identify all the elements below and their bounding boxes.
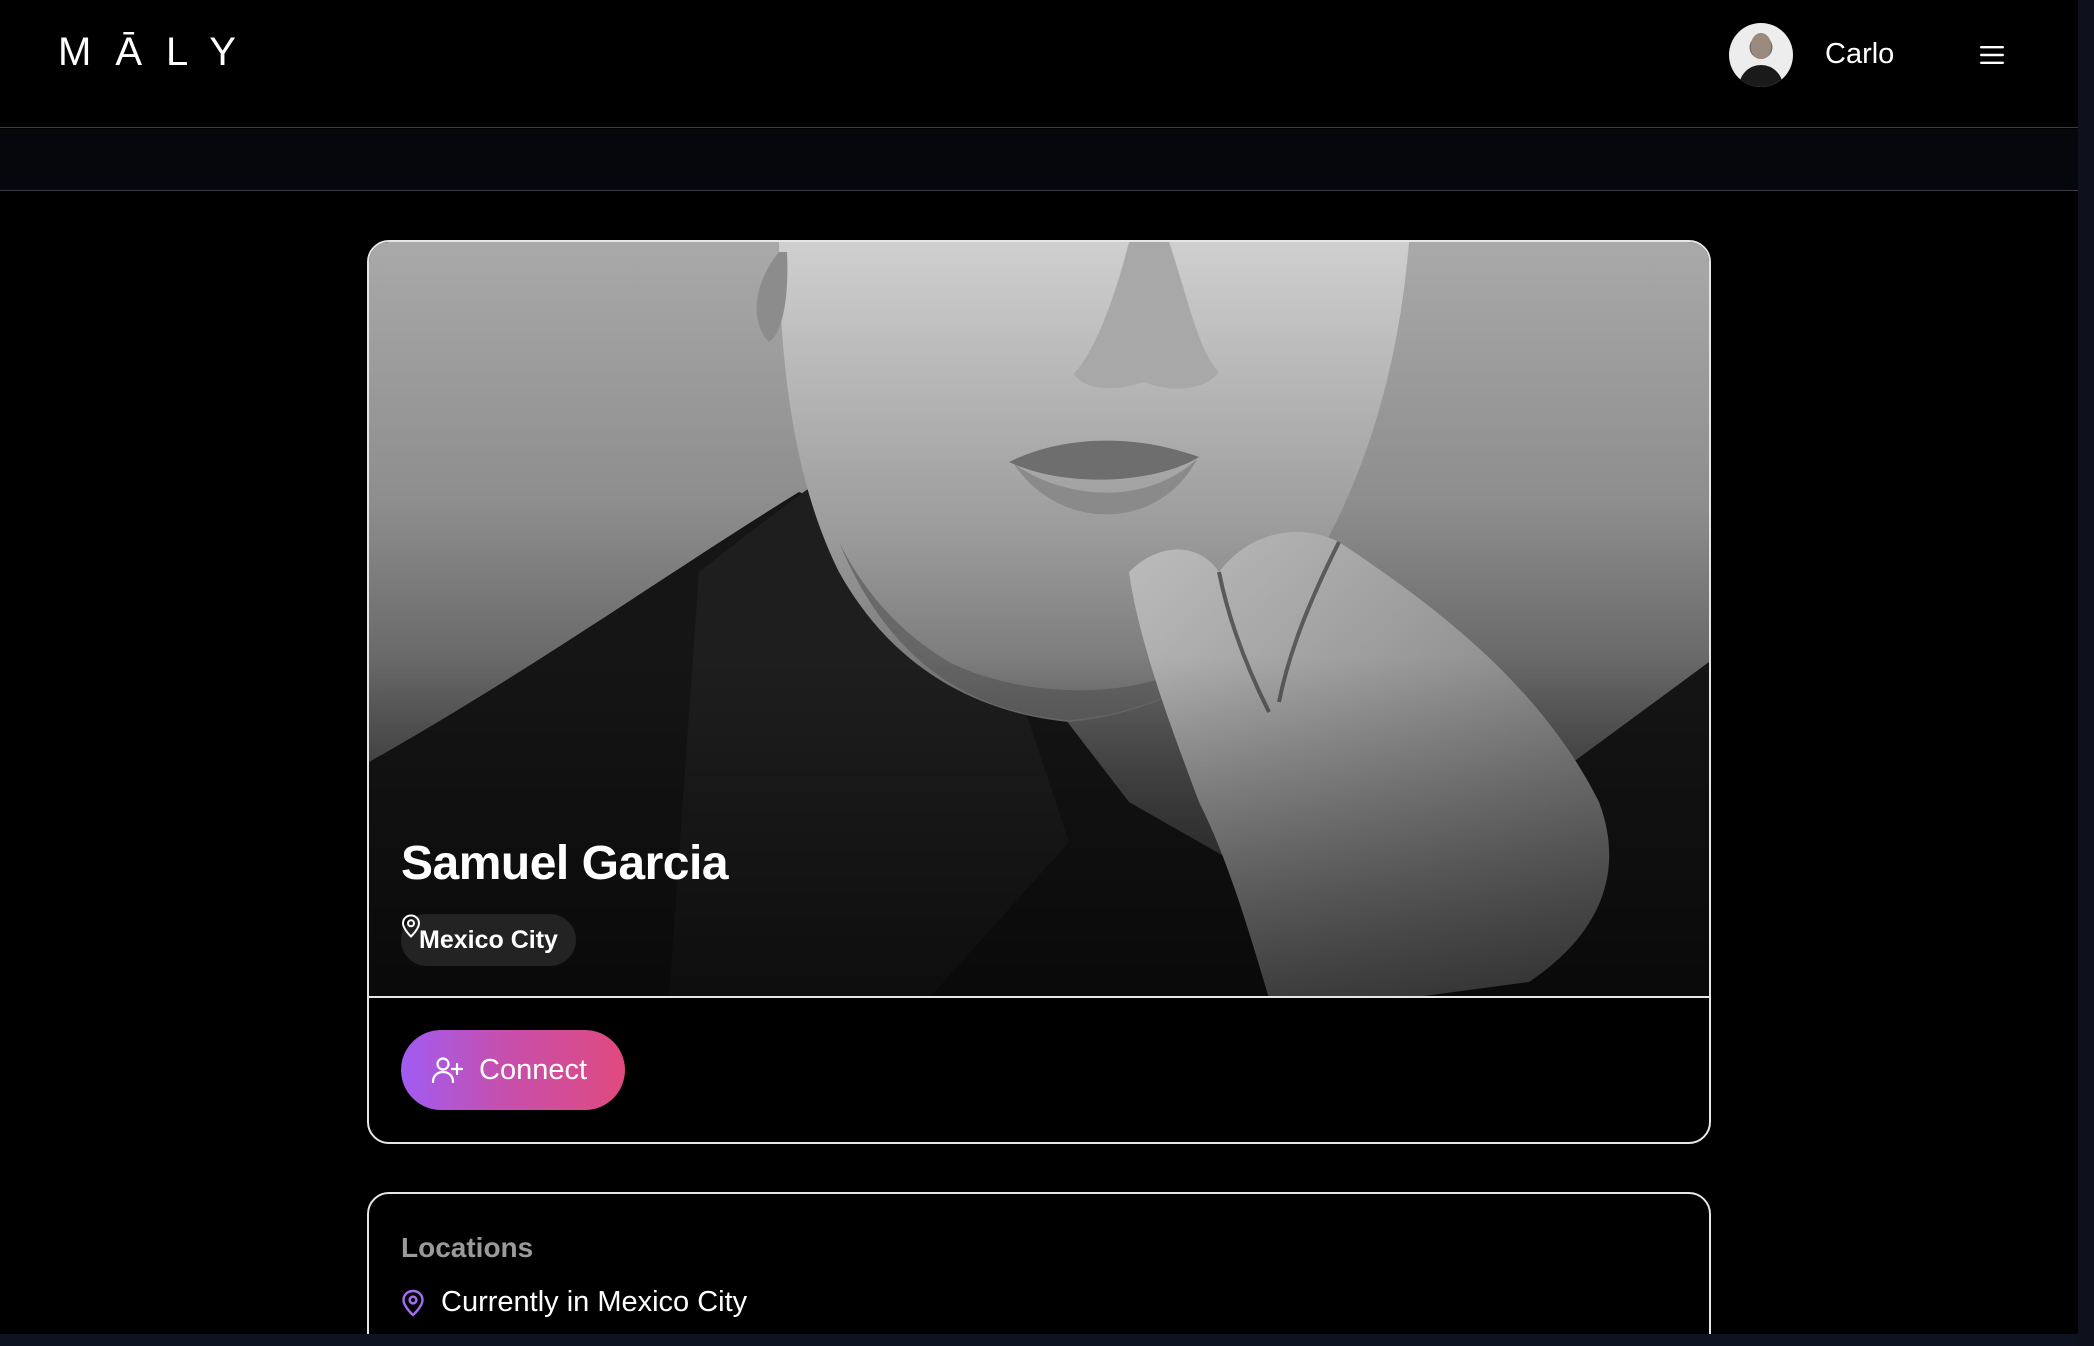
avatar-head-shape (1751, 33, 1771, 59)
profile-hero-photo: Samuel Garcia Mexico City (369, 242, 1709, 998)
profile-card: Samuel Garcia Mexico City Connect (367, 240, 1711, 1144)
profile-name: Samuel Garcia (401, 837, 729, 890)
current-location-label: Currently in Mexico City (441, 1286, 748, 1318)
hamburger-menu-icon (1980, 46, 2004, 64)
avatar-shoulders-shape (1739, 65, 1783, 87)
app-viewport: MĀLY Carlo Samuel Garcia Mexico City Con… (0, 0, 2078, 1334)
bottom-edge (0, 1334, 2078, 1346)
locations-card: Locations Currently in Mexico City (367, 1192, 1711, 1334)
locations-heading: Locations (401, 1232, 534, 1263)
top-navigation-bar: MĀLY Carlo (0, 0, 2078, 128)
location-chip: Mexico City (401, 914, 576, 966)
brand-logo[interactable]: MĀLY (58, 30, 260, 75)
menu-button[interactable] (1974, 40, 2010, 70)
location-chip-label: Mexico City (419, 925, 558, 954)
secondary-bar (0, 129, 2078, 191)
map-pin-icon (401, 914, 421, 938)
connect-button[interactable]: Connect (401, 1030, 625, 1110)
connect-button-label: Connect (479, 1053, 588, 1086)
map-pin-icon (402, 1289, 424, 1317)
scrollbar[interactable] (2078, 0, 2094, 1346)
user-name[interactable]: Carlo (1825, 38, 1894, 71)
current-location-item: Currently in Mexico City (401, 1286, 747, 1319)
user-plus-icon (431, 1057, 463, 1084)
user-avatar[interactable] (1729, 23, 1793, 87)
